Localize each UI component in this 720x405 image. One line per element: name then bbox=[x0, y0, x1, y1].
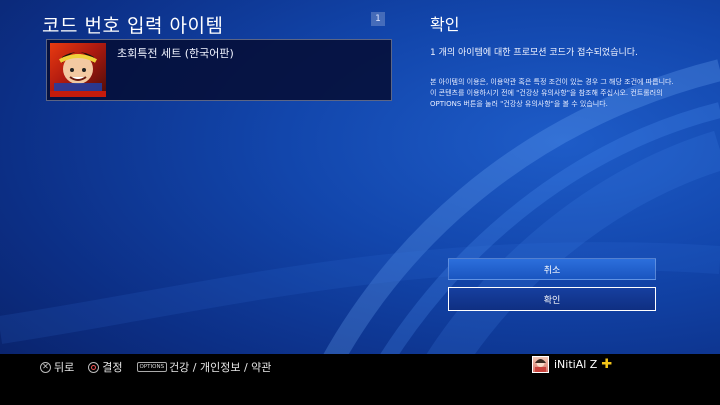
item-name: 초회특전 세트 (한국어판) bbox=[117, 47, 234, 60]
circle-button-icon bbox=[88, 361, 100, 373]
cross-button-icon: ✕ bbox=[40, 361, 51, 373]
item-count-badge: 1 bbox=[371, 12, 385, 26]
notice-paragraph-2: 이 콘텐츠를 이용하시기 전에 "건강상 유의사항"을 참조해 주십시오. 컨트… bbox=[430, 89, 663, 108]
notice-paragraph-1: 본 아이템의 이용은, 이용약관 혹은 특정 조건이 있는 경우 그 해당 조건… bbox=[430, 78, 674, 86]
item-thumbnail bbox=[50, 43, 106, 97]
notice-text: 본 아이템의 이용은, 이용약관 혹은 특정 조건이 있는 경우 그 해당 조건… bbox=[430, 77, 675, 110]
list-item[interactable]: 초회특전 세트 (한국어판) bbox=[46, 39, 392, 101]
avatar-icon bbox=[535, 359, 546, 372]
ok-button[interactable]: 확인 bbox=[448, 287, 656, 311]
footer-hints: ✕ 뒤로 결정 OPTIONS 건강 / 개인정보 / 약관 bbox=[40, 359, 285, 375]
decide-hint[interactable]: 결정 bbox=[88, 359, 123, 375]
cancel-button[interactable]: 취소 bbox=[448, 258, 656, 280]
game-cover-image bbox=[50, 52, 106, 97]
decide-label: 결정 bbox=[102, 361, 123, 374]
footer-bar: ✕ 뒤로 결정 OPTIONS 건강 / 개인정보 / 약관 iNitiAl Z… bbox=[0, 354, 720, 405]
back-hint[interactable]: ✕ 뒤로 bbox=[40, 359, 74, 375]
username: iNitiAl Z bbox=[554, 358, 598, 371]
options-hint[interactable]: OPTIONS 건강 / 개인정보 / 약관 bbox=[136, 359, 272, 375]
confirm-message: 1 개의 아이템에 대한 프로모션 코드가 접수되었습니다. bbox=[430, 48, 638, 58]
back-label: 뒤로 bbox=[54, 361, 75, 374]
confirm-title: 확인 bbox=[430, 15, 460, 34]
page-title: 코드 번호 입력 아이템 bbox=[42, 15, 224, 37]
options-label: 건강 / 개인정보 / 약관 bbox=[169, 361, 272, 374]
options-button-icon: OPTIONS bbox=[136, 362, 168, 372]
avatar bbox=[532, 356, 549, 373]
ps-plus-icon: ✚ bbox=[601, 357, 613, 372]
user-info: iNitiAl Z ✚ bbox=[532, 356, 612, 373]
